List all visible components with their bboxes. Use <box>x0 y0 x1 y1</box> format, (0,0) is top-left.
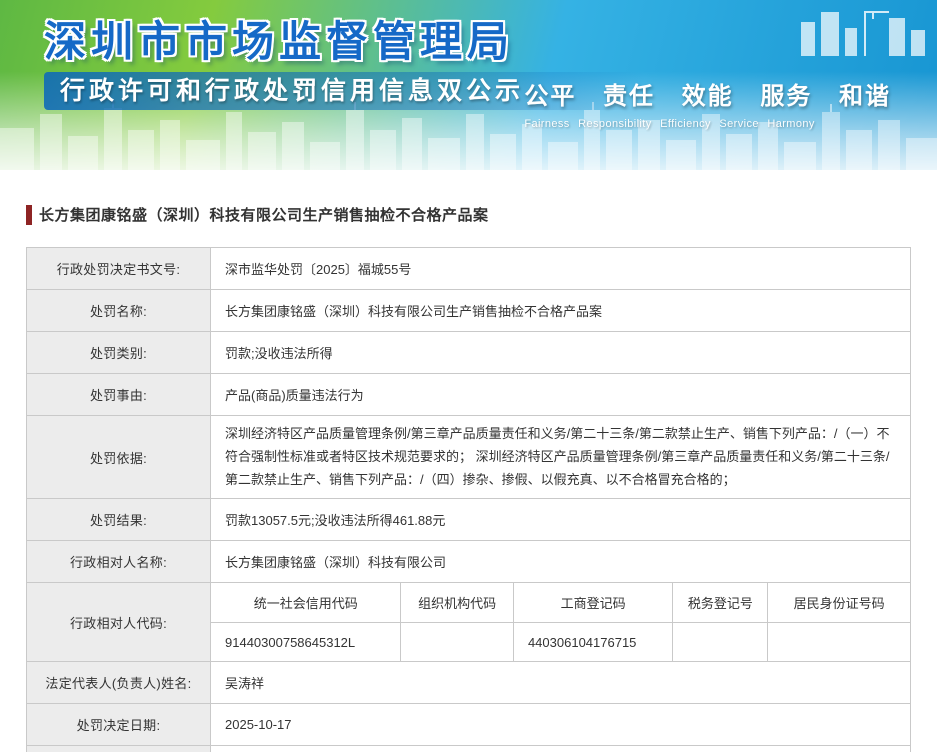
row-label: 处罚依据: <box>27 416 211 499</box>
row-value: 产品(商品)质量违法行为 <box>211 374 911 416</box>
code-value <box>400 622 513 661</box>
row-label: 处罚事由: <box>27 374 211 416</box>
row-label: 处罚机关: <box>27 746 211 752</box>
row-value: 罚款13057.5元;没收违法所得461.88元 <box>211 499 911 541</box>
code-column-header: 居民身份证号码 <box>767 583 910 622</box>
slogan-cn: 公平 责任 效能 服务 和谐 <box>524 76 891 111</box>
title-accent-bar <box>26 205 32 225</box>
row-value: 2025-10-17 <box>211 704 911 746</box>
penalty-info-table: 行政处罚决定书文号: 深市监华处罚〔2025〕福城55号 处罚名称: 长方集团康… <box>26 247 911 752</box>
row-label: 处罚结果: <box>27 499 211 541</box>
row-label: 行政相对人代码: <box>27 583 211 662</box>
table-row: 处罚依据: 深圳经济特区产品质量管理条例/第三章产品质量责任和义务/第二十三条/… <box>27 416 911 499</box>
code-value <box>672 622 767 661</box>
row-label: 行政相对人名称: <box>27 541 211 583</box>
row-value: 长方集团康铭盛（深圳）科技有限公司生产销售抽检不合格产品案 <box>211 290 911 332</box>
entity-codes-cell: 统一社会信用代码 组织机构代码 工商登记码 税务登记号 居民身份证号码 9144… <box>211 583 911 662</box>
row-value: 深圳经济特区产品质量管理条例/第三章产品质量责任和义务/第二十三条/第二款禁止生… <box>211 416 911 499</box>
site-title: 深圳市市场监督管理局 <box>44 8 514 69</box>
code-column-header: 税务登记号 <box>672 583 767 622</box>
table-row: 处罚事由: 产品(商品)质量违法行为 <box>27 374 911 416</box>
table-row: 处罚类别: 罚款;没收违法所得 <box>27 332 911 374</box>
code-column-header: 组织机构代码 <box>400 583 513 622</box>
table-row: 处罚名称: 长方集团康铭盛（深圳）科技有限公司生产销售抽检不合格产品案 <box>27 290 911 332</box>
entity-codes-table: 统一社会信用代码 组织机构代码 工商登记码 税务登记号 居民身份证号码 9144… <box>211 583 910 661</box>
row-label: 行政处罚决定书文号: <box>27 248 211 290</box>
buildings-icon <box>793 2 933 56</box>
site-header: 深圳市市场监督管理局 行政许可和行政处罚信用信息双公示 公平 责任 效能 服务 … <box>0 0 937 170</box>
table-row: 处罚结果: 罚款13057.5元;没收违法所得461.88元 <box>27 499 911 541</box>
table-row: 法定代表人(负责人)姓名: 吴涛祥 <box>27 662 911 704</box>
row-label: 处罚类别: <box>27 332 211 374</box>
slogan-en: Fairness Responsibility Efficiency Servi… <box>524 118 891 130</box>
row-value: 吴涛祥 <box>211 662 911 704</box>
table-row: 处罚决定日期: 2025-10-17 <box>27 704 911 746</box>
code-column-header: 工商登记码 <box>513 583 672 622</box>
row-value: 深市监华处罚〔2025〕福城55号 <box>211 248 911 290</box>
main-content: 长方集团康铭盛（深圳）科技有限公司生产销售抽检不合格产品案 行政处罚决定书文号:… <box>0 170 937 752</box>
row-value: 长方集团康铭盛（深圳）科技有限公司 <box>211 541 911 583</box>
slogan-block: 公平 责任 效能 服务 和谐 Fairness Responsibility E… <box>524 76 891 130</box>
page: 深圳市市场监督管理局 行政许可和行政处罚信用信息双公示 公平 责任 效能 服务 … <box>0 0 937 752</box>
table-row: 行政相对人名称: 长方集团康铭盛（深圳）科技有限公司 <box>27 541 911 583</box>
code-value <box>767 622 910 661</box>
table-row: 处罚机关: 深圳市市场监督管理局龙华监管局 <box>27 746 911 752</box>
table-row-entity-codes: 行政相对人代码: 统一社会信用代码 组织机构代码 工商登记码 税务登记号 居民身… <box>27 583 911 662</box>
row-value: 深圳市市场监督管理局龙华监管局 <box>211 746 911 752</box>
code-column-header: 统一社会信用代码 <box>211 583 400 622</box>
row-label: 处罚决定日期: <box>27 704 211 746</box>
table-row: 行政处罚决定书文号: 深市监华处罚〔2025〕福城55号 <box>27 248 911 290</box>
case-title-text: 长方集团康铭盛（深圳）科技有限公司生产销售抽检不合格产品案 <box>39 204 489 225</box>
case-title: 长方集团康铭盛（深圳）科技有限公司生产销售抽检不合格产品案 <box>26 204 911 225</box>
row-value: 罚款;没收违法所得 <box>211 332 911 374</box>
row-label: 法定代表人(负责人)姓名: <box>27 662 211 704</box>
code-value: 440306104176715 <box>513 622 672 661</box>
code-value: 91440300758645312L <box>211 622 400 661</box>
row-label: 处罚名称: <box>27 290 211 332</box>
